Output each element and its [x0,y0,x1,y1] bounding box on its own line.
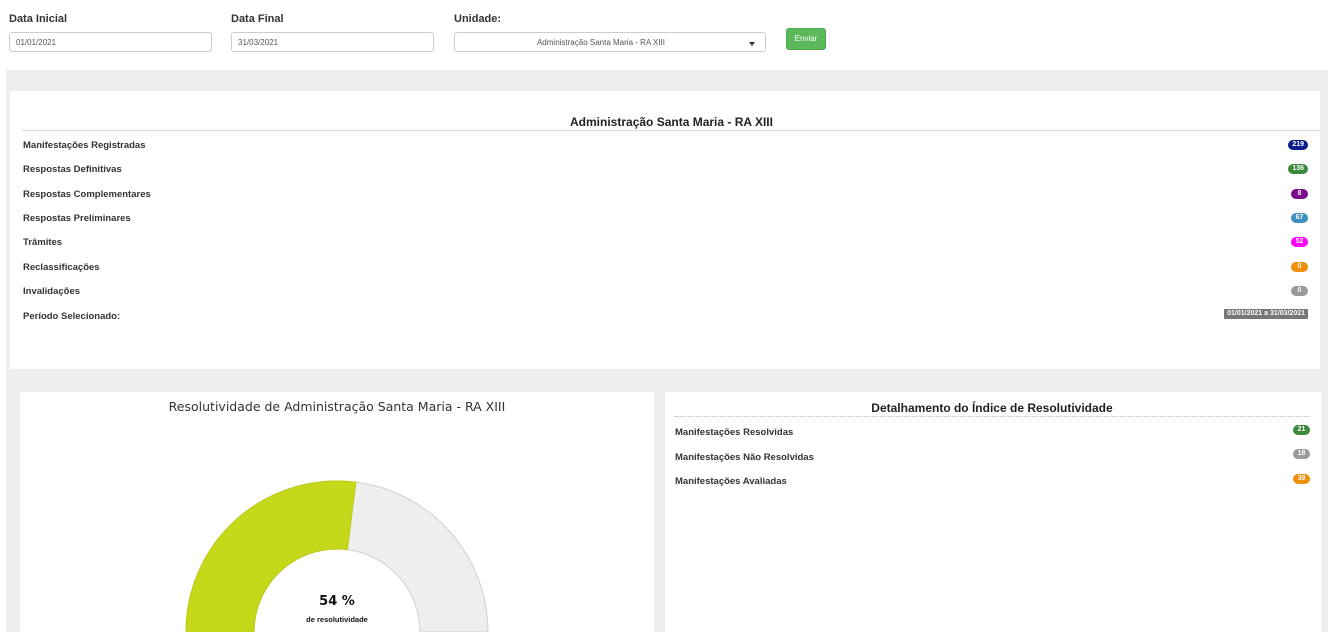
count-badge: 136 [1288,164,1308,174]
start-date-label: Data Inicial [9,13,68,25]
filter-bar: Data Inicial 01/01/2021 Data Final 31/03… [0,0,1328,70]
summary-row-label: Reclassificações [23,262,100,273]
summary-row-label: Trâmites [23,237,63,248]
unit-select-value: Administração Santa Maria - RA XIII [536,38,666,47]
detail-title: Detalhamento do Índice de Resolutividade [675,401,1309,417]
summary-panel: Administração Santa Maria - RA XIII Mani… [10,91,1320,369]
count-badge: 67 [1291,213,1308,223]
count-badge: 18 [1293,449,1310,459]
unit-label: Unidade: [454,13,502,25]
summary-row-label: Manifestações Registradas [23,140,146,151]
detail-row-label: Manifestações Avaliadas [675,476,787,487]
unit-select[interactable]: Administração Santa Maria - RA XIII [454,32,766,52]
summary-row-label: Respostas Complementares [23,189,151,200]
summary-row-label: Respostas Preliminares [23,213,131,224]
gauge-percent-value: 54 % [319,594,355,609]
gauge-caption: de resolutividade [306,615,368,624]
period-badge: 01/01/2021 a 31/03/2021 [1224,309,1308,319]
count-badge: 0 [1291,286,1308,296]
end-date-label: Data Final [231,13,284,25]
start-date-input[interactable]: 01/01/2021 [9,32,212,52]
period-label: Período Selecionado: [23,311,121,322]
count-badge: 52 [1291,237,1308,247]
summary-row-label: Respostas Definitivas [23,164,122,175]
gauge-fill [185,480,357,632]
resolutivity-gauge-panel: Resolutividade de Administração Santa Ma… [20,392,654,632]
count-badge: 219 [1288,140,1308,150]
count-badge: 39 [1293,474,1310,484]
detail-row-label: Manifestações Não Resolvidas [675,452,814,463]
resolutivity-detail-panel: Detalhamento do Índice de Resolutividade… [665,392,1321,632]
detail-row-label: Manifestações Resolvidas [675,427,794,438]
summary-title: Administração Santa Maria - RA XIII [23,115,1320,131]
count-badge: 21 [1293,425,1310,435]
summary-row-label: Invalidações [23,286,81,297]
count-badge: 8 [1291,189,1308,199]
chevron-down-icon [749,42,755,46]
submit-button[interactable]: Enviar [786,28,826,50]
count-badge: 0 [1291,262,1308,272]
end-date-input[interactable]: 31/03/2021 [231,32,434,52]
